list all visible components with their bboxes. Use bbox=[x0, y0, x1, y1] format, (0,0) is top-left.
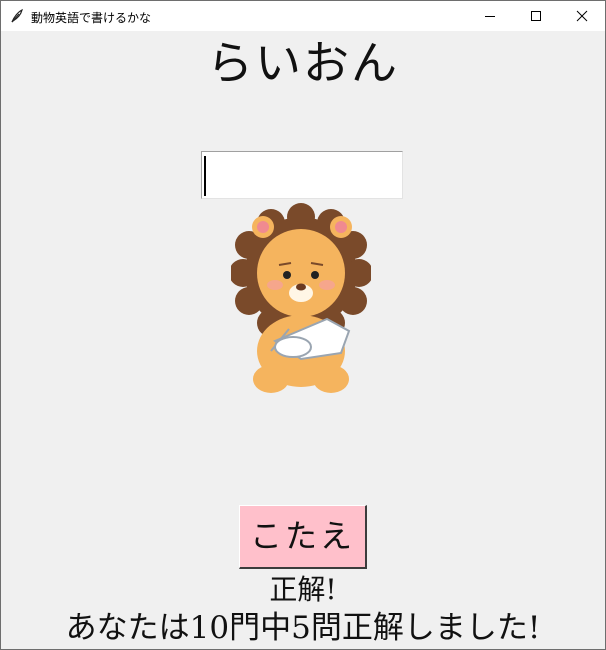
maximize-icon bbox=[530, 7, 542, 26]
answer-button[interactable]: こたえ bbox=[239, 505, 367, 569]
question-word: らいおん bbox=[207, 36, 399, 90]
close-button[interactable] bbox=[559, 1, 605, 31]
maximize-button[interactable] bbox=[513, 1, 559, 31]
window-title: 動物英語で書けるかな bbox=[31, 11, 152, 25]
score-text: あなたは10門中5問正解しました! bbox=[65, 610, 541, 646]
title-bar[interactable]: 動物英語で書けるかな bbox=[1, 1, 605, 31]
close-icon bbox=[576, 7, 588, 26]
text-caret bbox=[204, 156, 206, 196]
lion-illustration bbox=[229, 201, 373, 401]
answer-input[interactable] bbox=[201, 151, 403, 199]
feather-icon bbox=[9, 8, 25, 24]
result-text: 正解! bbox=[269, 573, 337, 606]
minimize-button[interactable] bbox=[467, 1, 513, 31]
minimize-icon bbox=[484, 7, 496, 26]
app-window: 動物英語で書けるかな らいおん こたえ 正解! あなたは10門中5問正解しました… bbox=[0, 0, 606, 650]
